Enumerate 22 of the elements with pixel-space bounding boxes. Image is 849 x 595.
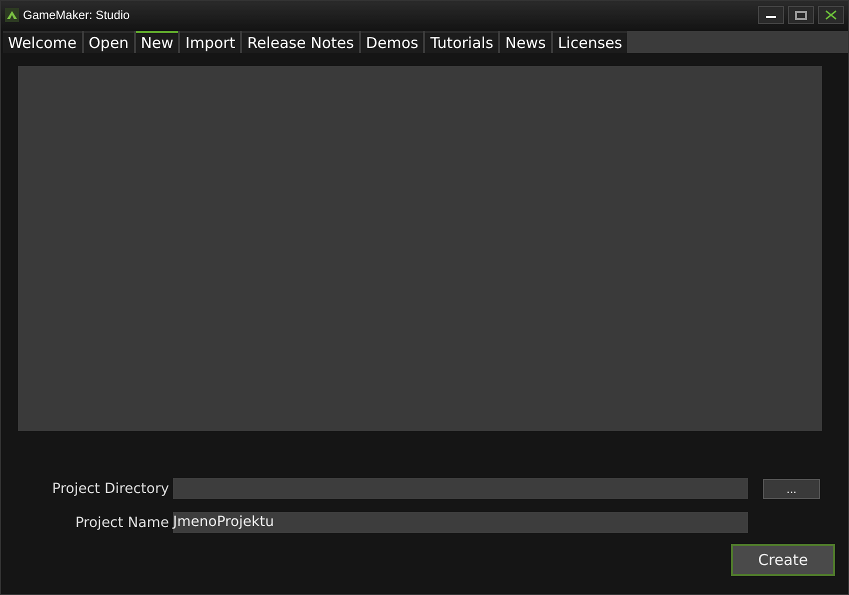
tab[interactable]: Open — [84, 31, 134, 53]
tab[interactable]: Release Notes — [242, 31, 359, 53]
tab[interactable]: Licenses — [552, 31, 628, 53]
window-title: GameMaker: Studio — [23, 8, 131, 22]
tab[interactable]: Tutorials — [425, 31, 498, 53]
tab[interactable]: Import — [180, 31, 240, 53]
field-label: Project Directory — [51, 480, 169, 496]
minimize-button[interactable] — [758, 6, 784, 24]
maximize-button[interactable] — [788, 6, 814, 24]
directory-field[interactable] — [173, 478, 748, 499]
create-button[interactable]: Create — [731, 544, 835, 576]
logo-icon — [5, 8, 19, 22]
close-icon — [825, 10, 837, 20]
close-button[interactable] — [818, 6, 844, 24]
tab[interactable]: News — [500, 31, 551, 53]
tab[interactable]: New — [136, 31, 178, 53]
tab[interactable]: Welcome — [3, 31, 82, 53]
browse-button[interactable]: ... — [763, 478, 820, 498]
maximize-icon — [795, 10, 807, 20]
name-field[interactable]: JmenoProjektu — [173, 512, 748, 533]
field-label: Project Name — [74, 514, 169, 530]
tab[interactable]: Demos — [360, 31, 424, 53]
